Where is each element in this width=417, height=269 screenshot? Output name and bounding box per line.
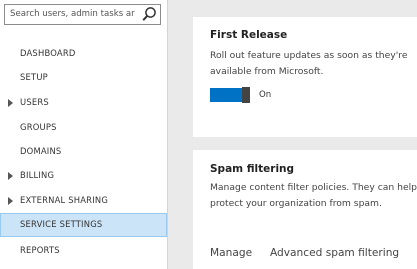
- spam-filtering-card: Spam filtering Manage content filter pol…: [193, 150, 417, 269]
- search-button[interactable]: [138, 5, 160, 24]
- sidebar-item-external-sharing[interactable]: EXTERNAL SHARING: [0, 190, 167, 212]
- toggle-state-label: On: [259, 90, 272, 100]
- toggle-knob[interactable]: [242, 87, 250, 103]
- card-title: Spam filtering: [210, 163, 295, 175]
- sidebar: Search users, admin tasks ar DASHBOARD S…: [0, 0, 168, 269]
- sidebar-item-service-settings[interactable]: SERVICE SETTINGS: [0, 213, 167, 237]
- sidebar-item-label: REPORTS: [20, 245, 60, 255]
- sidebar-item-label: EXTERNAL SHARING: [20, 195, 109, 205]
- chevron-right-icon[interactable]: [8, 172, 13, 180]
- card-title: First Release: [210, 29, 288, 41]
- chevron-right-icon[interactable]: [8, 99, 13, 107]
- sidebar-item-label: BILLING: [20, 170, 55, 180]
- sidebar-item-users[interactable]: USERS: [0, 92, 167, 114]
- search-input[interactable]: Search users, admin tasks ar: [10, 9, 136, 23]
- sidebar-item-label: DASHBOARD: [20, 48, 76, 58]
- card-description: Roll out feature updates as soon as they…: [210, 50, 408, 77]
- sidebar-item-setup[interactable]: SETUP: [0, 67, 167, 89]
- sidebar-item-label: DOMAINS: [20, 146, 62, 156]
- search-box[interactable]: Search users, admin tasks ar: [4, 4, 161, 25]
- card-description: Manage content filter policies. They can…: [210, 182, 417, 209]
- sidebar-item-label: GROUPS: [20, 122, 57, 132]
- manage-link[interactable]: Manage: [210, 247, 252, 259]
- advanced-spam-filtering-link[interactable]: Advanced spam filtering: [270, 247, 399, 259]
- first-release-toggle[interactable]: [210, 87, 250, 103]
- first-release-card: First Release Roll out feature updates a…: [193, 17, 417, 137]
- sidebar-item-billing[interactable]: BILLING: [0, 165, 167, 187]
- search-icon: [142, 7, 156, 21]
- sidebar-item-domains[interactable]: DOMAINS: [0, 141, 167, 163]
- sidebar-item-reports[interactable]: REPORTS: [0, 240, 167, 262]
- sidebar-item-dashboard[interactable]: DASHBOARD: [0, 43, 167, 65]
- sidebar-item-label: USERS: [20, 97, 49, 107]
- sidebar-item-groups[interactable]: GROUPS: [0, 117, 167, 139]
- sidebar-item-label: SERVICE SETTINGS: [20, 219, 103, 229]
- chevron-right-icon[interactable]: [8, 197, 13, 205]
- sidebar-item-label: SETUP: [20, 72, 48, 82]
